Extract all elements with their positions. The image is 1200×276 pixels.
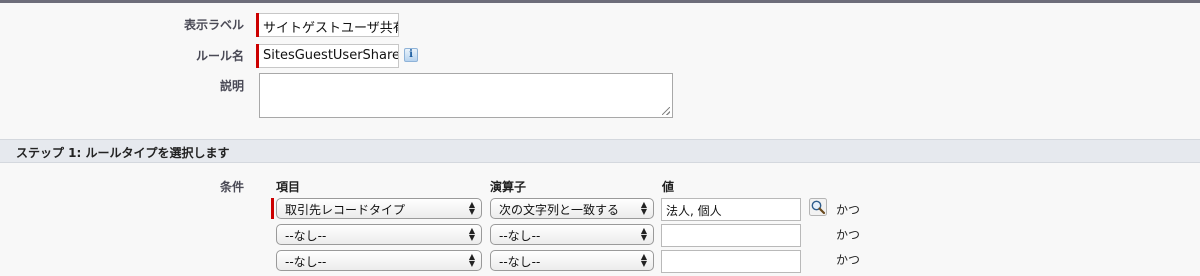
select-arrows-icon: ▲ ▼ (468, 200, 475, 216)
criteria-field-value: --なし-- (285, 255, 327, 269)
display-label-input[interactable]: サイトゲストユーザ共有 (259, 13, 399, 37)
criteria-operator-select[interactable]: --なし-- ▲ ▼ (490, 250, 654, 271)
conjunction-label: かつ (836, 253, 861, 267)
criteria-field-select[interactable]: --なし-- ▲ ▼ (276, 224, 482, 245)
criteria-field-select[interactable]: 取引先レコードタイプ ▲ ▼ (276, 198, 482, 219)
info-icon[interactable]: i (404, 48, 418, 62)
select-arrows-icon: ▲ ▼ (468, 226, 475, 242)
conjunction-label: かつ (836, 203, 861, 217)
criteria-value-input[interactable]: 法人, 個人 (661, 198, 801, 221)
criteria-field-select[interactable]: --なし-- ▲ ▼ (276, 250, 482, 271)
criteria-operator-select[interactable]: 次の文字列と一致する ▲ ▼ (490, 198, 654, 219)
description-label: 説明 (219, 79, 244, 93)
criteria-operator-value: --なし-- (499, 255, 541, 269)
rule-name-input[interactable]: SitesGuestUserShare (259, 44, 399, 68)
select-arrows-icon: ▲ ▼ (640, 252, 647, 268)
criteria-operator-select[interactable]: --なし-- ▲ ▼ (490, 224, 654, 245)
step1-section-header: ステップ 1: ルールタイプを選択します (0, 139, 1200, 163)
required-indicator (271, 198, 274, 219)
conjunction-label: かつ (836, 228, 861, 242)
column-header-value: 値 (662, 180, 675, 194)
column-header-field: 項目 (276, 180, 301, 194)
select-arrows-icon: ▲ ▼ (468, 252, 475, 268)
select-arrows-icon: ▲ ▼ (640, 226, 647, 242)
criteria-label: 条件 (219, 180, 244, 194)
top-border (0, 0, 1200, 3)
criteria-value-input[interactable] (661, 224, 801, 247)
rule-name-label: ルール名 (195, 49, 244, 63)
criteria-value-input[interactable] (661, 250, 801, 273)
criteria-operator-value: --なし-- (499, 229, 541, 243)
resize-grip-icon[interactable] (662, 107, 670, 115)
lookup-search-icon[interactable] (809, 198, 827, 216)
criteria-field-value: 取引先レコードタイプ (285, 203, 406, 217)
criteria-operator-value: 次の文字列と一致する (499, 203, 620, 217)
description-textarea[interactable] (259, 73, 673, 118)
column-header-operator: 演算子 (490, 180, 527, 194)
display-label-label: 表示ラベル (183, 18, 244, 32)
criteria-field-value: --なし-- (285, 229, 327, 243)
select-arrows-icon: ▲ ▼ (640, 200, 647, 216)
